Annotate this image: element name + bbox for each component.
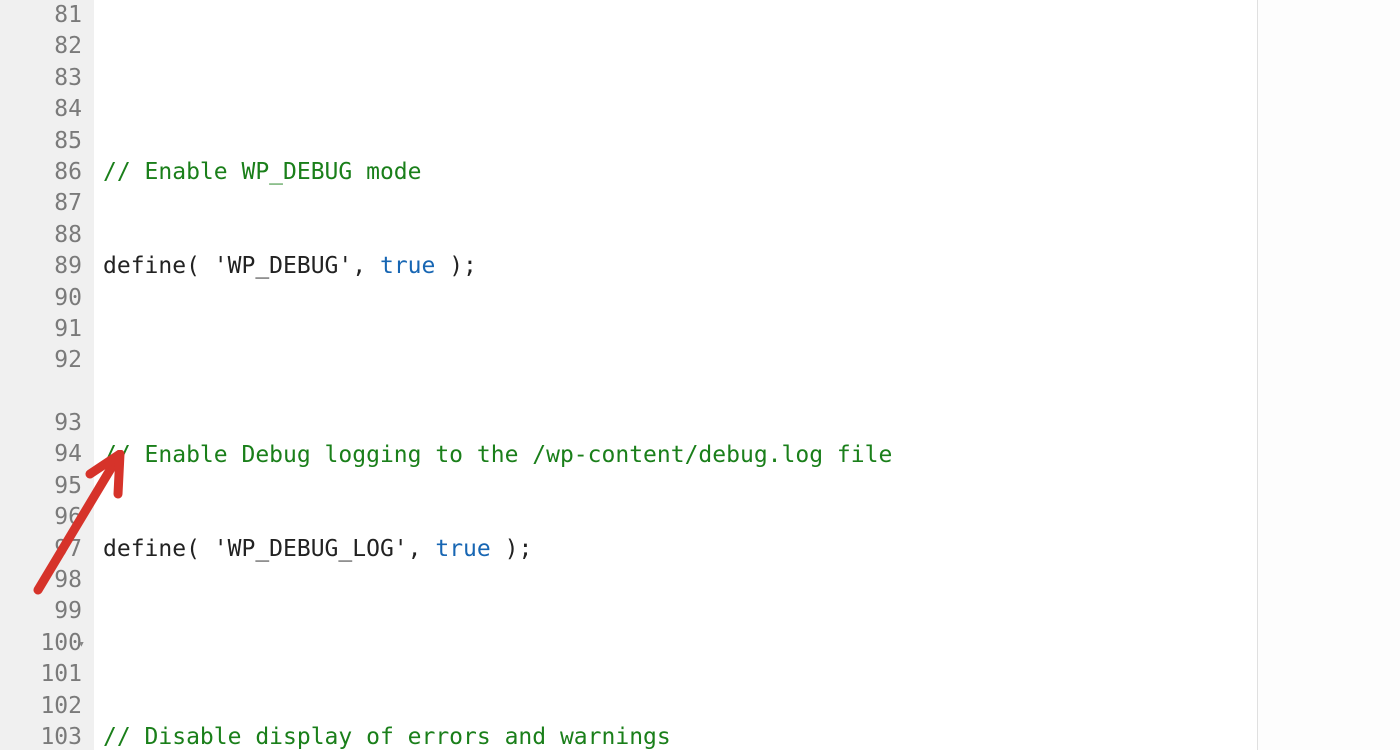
code-area[interactable]: // Enable WP_DEBUG mode define( 'WP_DEBU… xyxy=(94,0,1257,750)
line-number: 88 xyxy=(0,220,82,251)
line-number: 97 xyxy=(0,534,82,565)
line-number: 95 xyxy=(0,471,82,502)
line-number-gutter: 81 82 83 84 85 86 87 88 89 90 91 92 93 9… xyxy=(0,0,94,750)
line-number: 83 xyxy=(0,63,82,94)
line-number: 82 xyxy=(0,31,82,62)
line-number: 84 xyxy=(0,94,82,125)
line-number: 101 xyxy=(0,659,82,690)
line-number: 86 xyxy=(0,157,82,188)
line-number: 103 xyxy=(0,722,82,750)
line-number: 85 xyxy=(0,126,82,157)
line-number: 100▾ xyxy=(0,628,82,659)
line-number: 96 xyxy=(0,502,82,533)
line-number: 102 xyxy=(0,691,82,722)
code-line xyxy=(103,628,1257,659)
line-number: 89 xyxy=(0,251,82,282)
line-number: 81 xyxy=(0,0,82,31)
code-line xyxy=(103,63,1257,94)
code-line: // Disable display of errors and warning… xyxy=(103,722,1257,750)
code-line: // Enable WP_DEBUG mode xyxy=(103,157,1257,188)
line-number xyxy=(0,377,82,408)
line-number: 94 xyxy=(0,439,82,470)
line-number: 92 xyxy=(0,345,82,376)
line-number: 87 xyxy=(0,188,82,219)
line-number: 90 xyxy=(0,283,82,314)
line-number: 91 xyxy=(0,314,82,345)
code-editor[interactable]: 81 82 83 84 85 86 87 88 89 90 91 92 93 9… xyxy=(0,0,1258,750)
line-number: 99 xyxy=(0,596,82,627)
fold-marker-icon[interactable]: ▾ xyxy=(78,628,85,659)
code-line xyxy=(103,345,1257,376)
line-number: 98 xyxy=(0,565,82,596)
code-line: define( 'WP_DEBUG_LOG', true ); xyxy=(103,534,1257,565)
line-number: 93 xyxy=(0,408,82,439)
code-line: // Enable Debug logging to the /wp-conte… xyxy=(103,440,1257,471)
code-line: define( 'WP_DEBUG', true ); xyxy=(103,251,1257,282)
right-margin xyxy=(1258,0,1400,750)
